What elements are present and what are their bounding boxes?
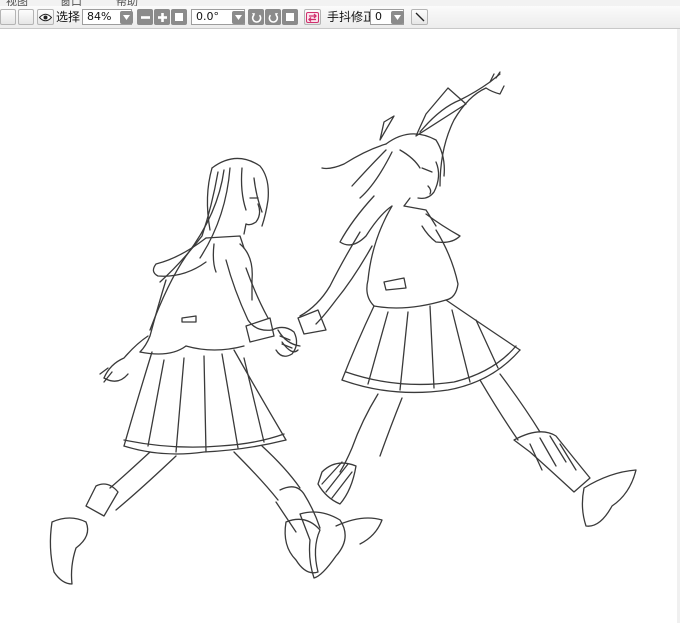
held-hands <box>271 326 298 357</box>
navigator-toolbar: 选择 84% 0.0° 手抖修正 0 <box>0 6 680 29</box>
minus-icon <box>140 15 150 19</box>
stabilizer-label: 手抖修正 <box>327 10 376 24</box>
square-icon <box>286 13 294 21</box>
stabilizer-dropdown-button[interactable] <box>391 10 404 24</box>
toolbar-button-blank-1[interactable] <box>0 9 16 25</box>
chevron-down-icon <box>235 14 242 20</box>
square-icon <box>175 13 183 21</box>
rotate-left-button[interactable] <box>248 9 264 25</box>
line-tool-button[interactable] <box>411 9 428 25</box>
right-girl-figure <box>277 71 637 579</box>
chevron-down-icon <box>123 14 130 20</box>
plus-icon <box>157 12 167 22</box>
rotate-right-button[interactable] <box>265 9 281 25</box>
rotate-left-icon <box>251 12 261 23</box>
left-girl-figure <box>49 157 321 585</box>
zoom-reset-button[interactable] <box>171 9 187 25</box>
rotate-right-icon <box>268 12 278 23</box>
sketch-artwork <box>49 71 637 585</box>
line-icon <box>415 12 424 22</box>
rotation-dropdown-button[interactable] <box>232 10 245 24</box>
eye-icon <box>39 13 52 21</box>
chevron-down-icon <box>394 14 401 20</box>
eye-toggle-button[interactable] <box>37 9 54 25</box>
flip-icon <box>306 11 319 23</box>
zoom-dropdown-button[interactable] <box>120 10 133 24</box>
rotate-reset-button[interactable] <box>282 9 298 25</box>
toolbar-button-blank-2[interactable] <box>18 9 34 25</box>
zoom-out-button[interactable] <box>137 9 153 25</box>
zoom-in-button[interactable] <box>154 9 170 25</box>
select-label[interactable]: 选择 <box>56 9 80 25</box>
flip-horizontal-button[interactable] <box>304 9 321 25</box>
drawing-canvas[interactable] <box>0 29 680 623</box>
